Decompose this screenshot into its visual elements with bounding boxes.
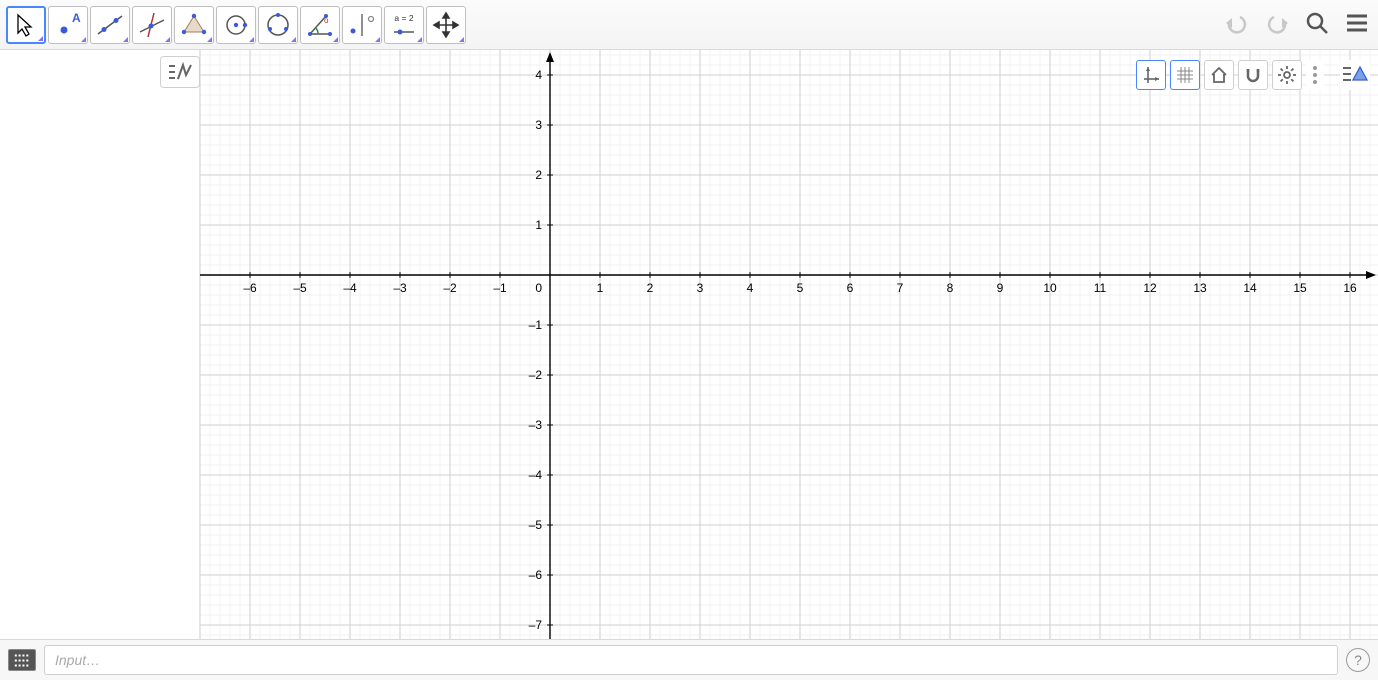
- svg-text:11: 11: [1094, 281, 1107, 295]
- svg-text:13: 13: [1193, 281, 1207, 295]
- point-tool[interactable]: A: [48, 6, 88, 44]
- angle-tool[interactable]: o: [300, 6, 340, 44]
- svg-text:14: 14: [1243, 281, 1257, 295]
- graphics-settings-button[interactable]: [1272, 60, 1302, 90]
- svg-text:–4: –4: [343, 281, 357, 295]
- algebra-toggle-icon: [166, 61, 194, 83]
- move-view-tool[interactable]: [426, 6, 466, 44]
- svg-text:–2: –2: [443, 281, 457, 295]
- toolbar-right-controls: [1222, 8, 1372, 38]
- svg-text:–4: –4: [529, 468, 543, 482]
- svg-text:15: 15: [1293, 281, 1307, 295]
- views-icon: [1341, 63, 1369, 87]
- redo-icon: [1264, 11, 1290, 35]
- polygon-icon: [178, 10, 210, 40]
- svg-text:5: 5: [797, 281, 804, 295]
- hamburger-icon: [1344, 10, 1370, 36]
- svg-text:3: 3: [535, 118, 542, 132]
- svg-text:–7: –7: [529, 618, 543, 632]
- svg-text:2: 2: [647, 281, 654, 295]
- point-icon: A: [52, 10, 84, 40]
- line-tool[interactable]: [90, 6, 130, 44]
- axes-icon: [1141, 65, 1161, 85]
- svg-text:0: 0: [535, 281, 542, 295]
- virtual-keyboard-button[interactable]: ▪▪▪▪▪▪▪▪▪▪▪▪: [8, 649, 36, 671]
- graphics-view-controls: [1136, 60, 1370, 90]
- svg-text:16: 16: [1343, 281, 1357, 295]
- svg-text:–1: –1: [529, 318, 543, 332]
- pan-icon: [430, 10, 462, 40]
- help-icon: ?: [1354, 652, 1362, 668]
- move-tool[interactable]: [6, 6, 46, 44]
- line-icon: [94, 10, 126, 40]
- svg-text:1: 1: [597, 281, 604, 295]
- home-icon: [1209, 65, 1229, 85]
- graphics-view-menu[interactable]: [1340, 60, 1370, 90]
- grid-icon: [1175, 65, 1195, 85]
- svg-text:–6: –6: [243, 281, 257, 295]
- svg-text:–3: –3: [393, 281, 407, 295]
- svg-text:3: 3: [697, 281, 704, 295]
- svg-text:7: 7: [897, 281, 904, 295]
- svg-text:4: 4: [535, 68, 542, 82]
- tool-button-group: A: [6, 6, 466, 44]
- reflect-tool[interactable]: [342, 6, 382, 44]
- svg-text:–1: –1: [493, 281, 507, 295]
- home-view-button[interactable]: [1204, 60, 1234, 90]
- svg-text:o: o: [324, 16, 329, 25]
- search-button[interactable]: [1302, 8, 1332, 38]
- svg-text:1: 1: [535, 218, 542, 232]
- svg-text:9: 9: [997, 281, 1004, 295]
- svg-text:6: 6: [847, 281, 854, 295]
- slider-icon: a = 2: [388, 10, 420, 40]
- undo-button[interactable]: [1222, 8, 1252, 38]
- redo-button[interactable]: [1262, 8, 1292, 38]
- keyboard-icon: ▪▪▪▪▪▪▪▪▪▪▪▪: [14, 653, 29, 668]
- conic-icon: [262, 10, 294, 40]
- svg-text:4: 4: [747, 281, 754, 295]
- undo-icon: [1224, 11, 1250, 35]
- svg-text:12: 12: [1143, 281, 1157, 295]
- svg-text:2: 2: [535, 168, 542, 182]
- algebra-view-toggle[interactable]: [160, 56, 200, 88]
- circle-tool[interactable]: [216, 6, 256, 44]
- input-bar: ▪▪▪▪▪▪▪▪▪▪▪▪ ?: [0, 639, 1378, 680]
- angle-icon: o: [304, 10, 336, 40]
- perpendicular-icon: [136, 10, 168, 40]
- search-icon: [1304, 10, 1330, 36]
- svg-text:–2: –2: [529, 368, 543, 382]
- menu-button[interactable]: [1342, 8, 1372, 38]
- svg-text:–5: –5: [529, 518, 543, 532]
- main-toolbar: A: [0, 0, 1378, 50]
- gear-icon: [1277, 65, 1297, 85]
- svg-text:10: 10: [1043, 281, 1057, 295]
- svg-text:A: A: [72, 11, 81, 25]
- toggle-grid-button[interactable]: [1170, 60, 1200, 90]
- svg-text:–6: –6: [529, 568, 543, 582]
- svg-text:a = 2: a = 2: [394, 13, 413, 23]
- command-input[interactable]: [44, 645, 1338, 675]
- coordinate-plane: –6–5–4–3–2–1012345678910111213141516–7–6…: [200, 50, 1378, 639]
- slider-tool[interactable]: a = 2: [384, 6, 424, 44]
- algebra-panel: [0, 50, 200, 639]
- ellipse-tool[interactable]: [258, 6, 298, 44]
- toggle-axes-button[interactable]: [1136, 60, 1166, 90]
- circle-center-icon: [220, 10, 252, 40]
- graphics-view[interactable]: –6–5–4–3–2–1012345678910111213141516–7–6…: [200, 50, 1378, 639]
- svg-text:8: 8: [947, 281, 954, 295]
- svg-text:–3: –3: [529, 418, 543, 432]
- snap-button[interactable]: [1238, 60, 1268, 90]
- graphics-more-button[interactable]: [1306, 60, 1324, 90]
- polygon-tool[interactable]: [174, 6, 214, 44]
- reflect-icon: [346, 10, 378, 40]
- svg-text:–5: –5: [293, 281, 307, 295]
- magnet-icon: [1243, 65, 1263, 85]
- main-area: –6–5–4–3–2–1012345678910111213141516–7–6…: [0, 50, 1378, 639]
- more-vertical-icon: [1309, 64, 1321, 86]
- perpendicular-tool[interactable]: [132, 6, 172, 44]
- input-help-button[interactable]: ?: [1346, 648, 1370, 672]
